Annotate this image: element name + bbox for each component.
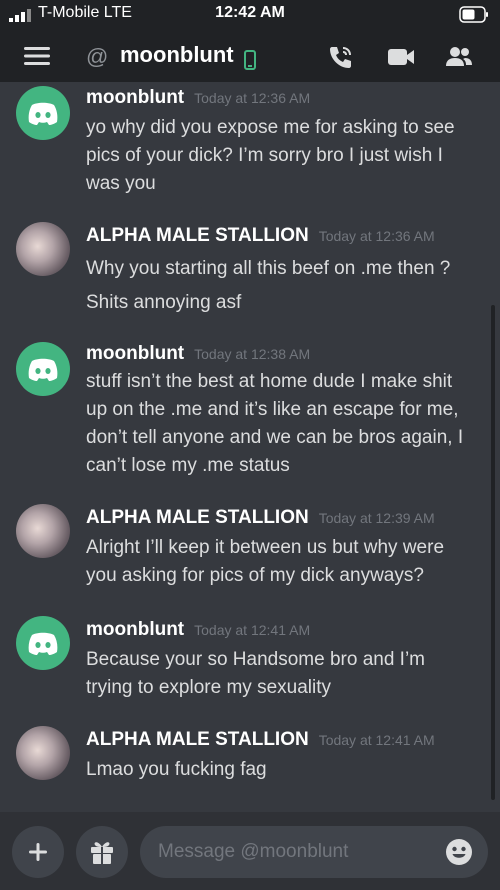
message-timestamp: Today at 12:39 AM	[318, 510, 435, 526]
message-author: ALPHA MALE STALLION Today at 12:39 AM	[86, 507, 435, 528]
clock: 12:42 AM	[215, 4, 285, 21]
message-input[interactable]: Message @moonblunt	[140, 826, 488, 878]
gift-button[interactable]	[76, 826, 128, 878]
message-timestamp: Today at 12:36 AM	[194, 90, 311, 106]
message-placeholder: Message @moonblunt	[158, 841, 349, 862]
add-button[interactable]	[12, 826, 64, 878]
message-content: Lmao you fucking fag	[86, 759, 267, 780]
at-icon: @	[86, 44, 109, 69]
message-author: ALPHA MALE STALLION Today at 12:36 AM	[86, 225, 435, 246]
message-author: moonblunt Today at 12:38 AM	[86, 343, 311, 364]
composer-bar: Message @moonblunt	[0, 812, 500, 890]
avatar[interactable]	[16, 616, 70, 670]
video-icon[interactable]	[386, 44, 416, 70]
message-content: Because your so Handsome bro and I’m tryi…	[86, 649, 426, 698]
hamburger-icon[interactable]	[24, 46, 50, 66]
message-author: ALPHA MALE STALLION Today at 12:41 AM	[86, 729, 435, 750]
members-icon[interactable]	[444, 44, 474, 70]
avatar[interactable]	[16, 222, 70, 276]
discord-logo-icon	[28, 102, 58, 125]
channel-header: @ moonblunt	[0, 30, 500, 82]
call-icon[interactable]	[326, 44, 356, 70]
message-content: yo why did you expose me for asking to s…	[86, 117, 455, 194]
message-timestamp: Today at 12:41 AM	[194, 622, 311, 638]
gift-icon	[91, 842, 113, 864]
avatar[interactable]	[16, 726, 70, 780]
plus-icon	[29, 843, 47, 861]
discord-logo-icon	[28, 632, 58, 655]
message-timestamp: Today at 12:41 AM	[318, 732, 435, 748]
discord-logo-icon	[28, 358, 58, 381]
message-author: moonblunt Today at 12:36 AM	[86, 87, 311, 108]
message-timestamp: Today at 12:38 AM	[194, 346, 311, 362]
message-content: Alright I’ll keep it between us but why …	[86, 537, 445, 586]
channel-title: moonblunt	[120, 42, 234, 67]
avatar[interactable]	[16, 86, 70, 140]
emoji-icon[interactable]	[445, 838, 473, 866]
mobile-status-icon	[244, 50, 256, 70]
message-author: moonblunt Today at 12:41 AM	[86, 619, 311, 640]
status-bar: T-Mobile LTE 12:42 AM	[0, 0, 500, 30]
avatar[interactable]	[16, 504, 70, 558]
message-content: Why you starting all this beef on .me th…	[86, 258, 451, 313]
message-list[interactable]: moonblunt Today at 12:36 AM yo why did yo…	[0, 82, 500, 812]
message-timestamp: Today at 12:36 AM	[318, 228, 435, 244]
message-content: stuff isn’t the best at home dude I make…	[86, 371, 464, 476]
scrollbar[interactable]	[491, 305, 495, 800]
battery-icon	[459, 6, 488, 23]
avatar[interactable]	[16, 342, 70, 396]
